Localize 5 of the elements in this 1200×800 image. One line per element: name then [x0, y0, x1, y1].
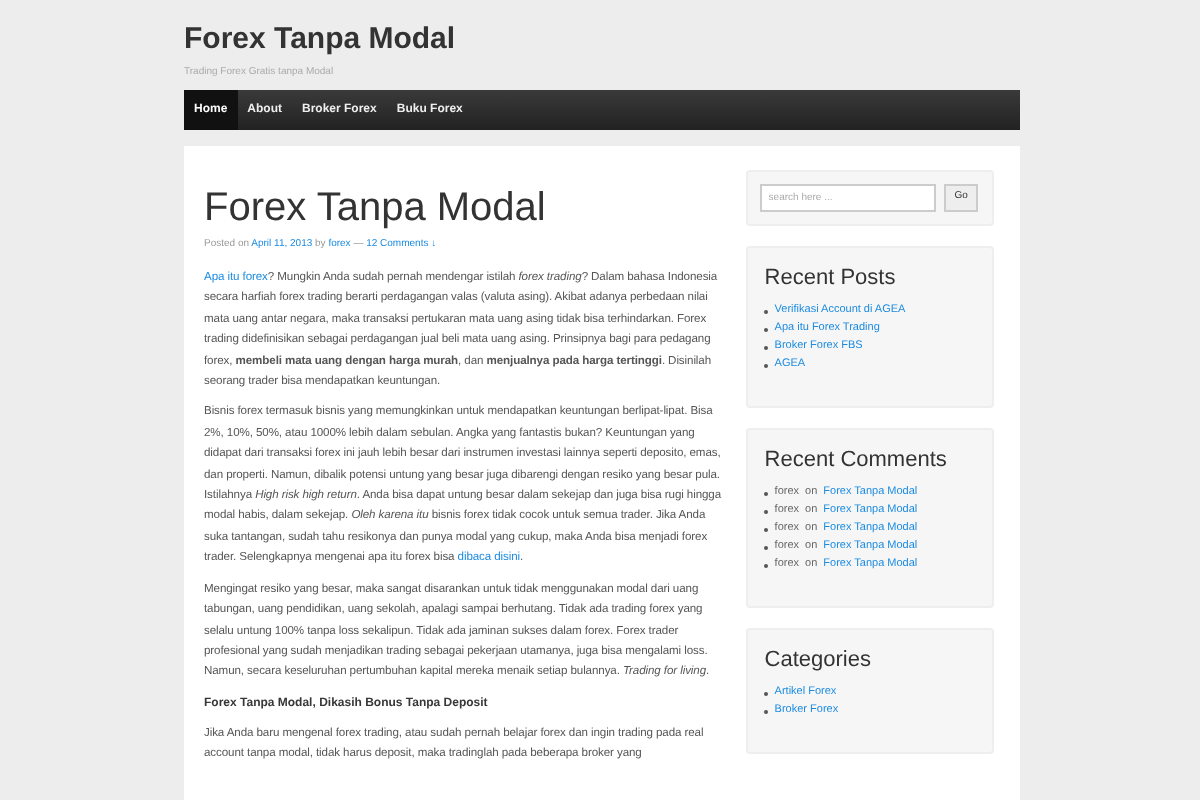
- widget-title: Recent Posts: [764, 264, 896, 292]
- site-title[interactable]: Forex Tanpa Modal: [184, 22, 456, 58]
- widget-title: Recent Comments: [764, 446, 947, 474]
- article-title: Forex Tanpa Modal: [204, 186, 548, 230]
- widget-title: Categories: [764, 646, 871, 674]
